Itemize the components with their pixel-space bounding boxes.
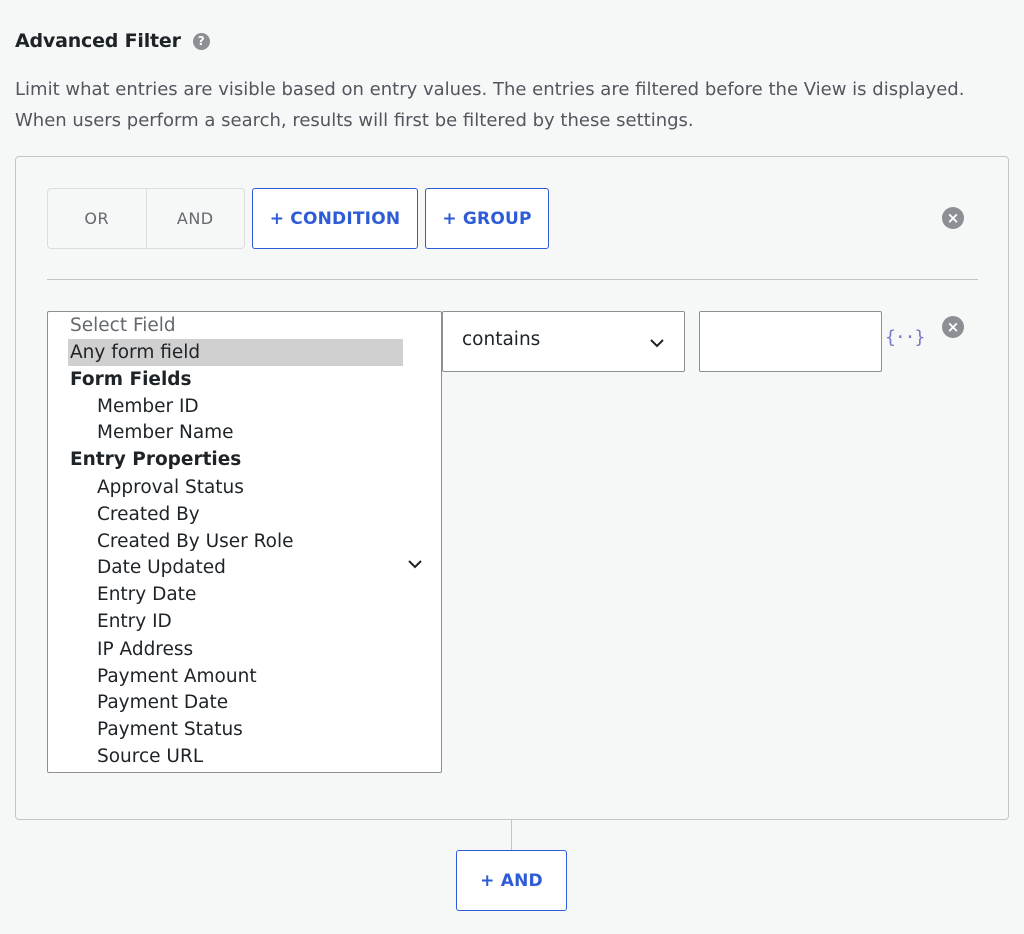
add-and-button[interactable]: + AND — [456, 850, 567, 911]
field-option[interactable]: Payment Date — [97, 689, 228, 716]
or-toggle-button[interactable]: OR — [48, 189, 146, 248]
field-option[interactable]: Entry ID — [97, 608, 172, 635]
logic-toggle: OR AND — [47, 188, 245, 249]
chevron-down-icon — [650, 339, 664, 348]
remove-condition-icon[interactable]: × — [942, 316, 964, 338]
merge-tag-icon[interactable]: {··} — [885, 327, 925, 348]
section-title: Advanced Filter — [15, 30, 181, 52]
section-description: Limit what entries are visible based on … — [15, 79, 965, 131]
field-option[interactable]: Member ID — [97, 393, 199, 420]
chevron-down-icon — [408, 560, 422, 569]
field-option-placeholder[interactable]: Select Field — [70, 312, 176, 339]
field-option[interactable]: IP Address — [97, 636, 193, 663]
field-option[interactable]: Entry Date — [97, 581, 196, 608]
field-option[interactable]: Payment Amount — [97, 663, 257, 690]
field-optgroup-label: Entry Properties — [70, 449, 242, 470]
filter-group-panel: OR AND + CONDITION + GROUP × Select Fiel… — [15, 156, 1009, 820]
condition-value-input[interactable] — [699, 311, 882, 372]
field-option[interactable]: Created By — [97, 501, 200, 528]
field-option[interactable]: Source URL — [97, 743, 203, 770]
divider — [47, 279, 978, 280]
field-option[interactable]: Created By User Role — [97, 528, 294, 555]
field-select-listbox[interactable]: Select Field Any form field Form Fields … — [47, 311, 442, 773]
add-group-button[interactable]: + GROUP — [425, 188, 549, 249]
field-option-selected[interactable]: Any form field — [68, 339, 403, 366]
help-icon[interactable]: ? — [192, 32, 210, 50]
field-option[interactable]: Approval Status — [97, 474, 244, 501]
field-optgroup-label: Form Fields — [70, 369, 192, 390]
add-condition-button[interactable]: + CONDITION — [252, 188, 418, 249]
field-option[interactable]: Payment Status — [97, 716, 243, 743]
connector-line — [511, 820, 512, 851]
operator-select[interactable]: contains — [442, 311, 685, 372]
operator-value: contains — [462, 329, 541, 350]
and-toggle-button[interactable]: AND — [145, 189, 245, 248]
remove-group-icon[interactable]: × — [942, 207, 964, 229]
field-option[interactable]: Member Name — [97, 419, 234, 446]
section-header: Advanced Filter ? — [15, 30, 210, 52]
field-option[interactable]: Date Updated — [97, 554, 226, 581]
